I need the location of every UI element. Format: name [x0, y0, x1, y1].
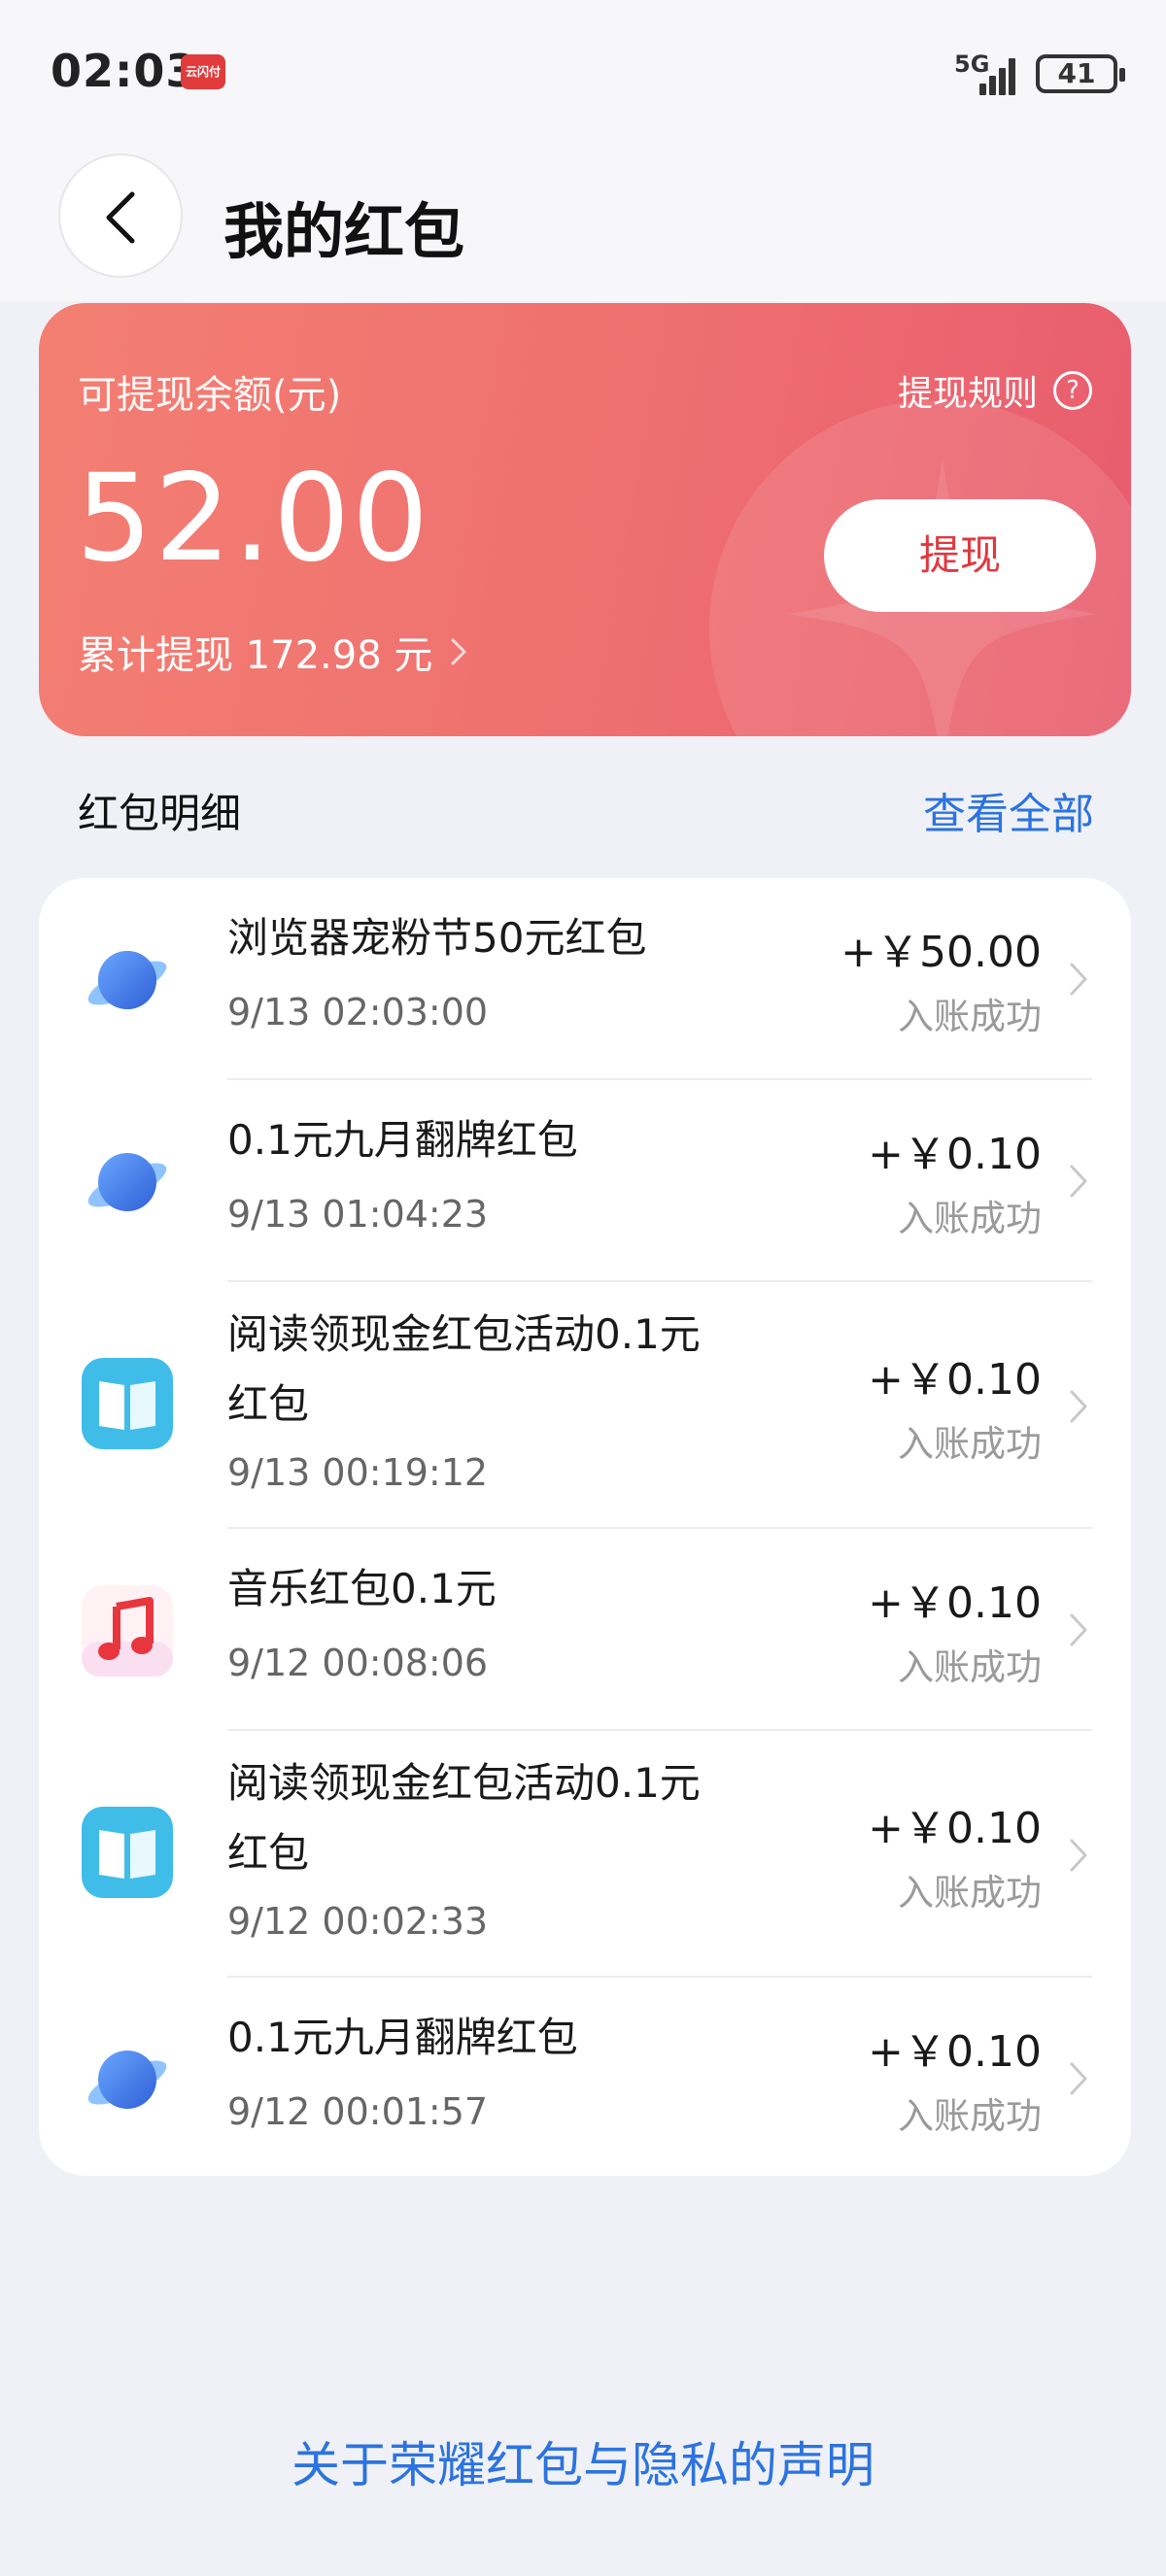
back-button[interactable] [58, 153, 183, 278]
page-title: 我的红包 [223, 196, 465, 267]
transaction-status: 入账成功 [898, 996, 1042, 1037]
withdraw-rules-link[interactable]: 提现规则 ? [898, 365, 1092, 416]
help-icon: ? [1053, 371, 1092, 410]
details-section-title: 红包明细 [78, 790, 242, 837]
list-item[interactable]: 0.1元九月翻牌红包 9/12 00:01:57 +￥0.10 入账成功 [39, 1978, 1131, 2176]
list-item[interactable]: 阅读领现金红包活动0.1元红包 9/13 00:19:12 +￥0.10 入账成… [39, 1282, 1131, 1529]
chevron-right-icon [1070, 1613, 1087, 1646]
list-item[interactable]: 0.1元九月翻牌红包 9/13 01:04:23 +￥0.10 入账成功 [39, 1080, 1131, 1282]
privacy-statement-link[interactable]: 关于荣耀红包与隐私的声明 [0, 2426, 1166, 2496]
withdraw-rules-label: 提现规则 [897, 374, 1038, 414]
transaction-amount: +￥0.10 [868, 1804, 1042, 1853]
battery-icon: 41 [1036, 54, 1125, 93]
status-time: 02:03 [51, 45, 198, 97]
chevron-right-icon [1070, 1165, 1087, 1198]
transaction-amount: +￥0.10 [868, 1355, 1042, 1405]
transaction-title: 阅读领现金红包活动0.1元红包 [227, 1310, 701, 1428]
transaction-status: 入账成功 [898, 1872, 1042, 1914]
transaction-time: 9/13 02:03:00 [227, 991, 489, 1034]
chevron-right-icon [1070, 1390, 1087, 1423]
transaction-status: 入账成功 [898, 1198, 1042, 1239]
list-item[interactable]: 阅读领现金红包活动0.1元红包 9/12 00:02:33 +￥0.10 入账成… [39, 1731, 1131, 1978]
transaction-amount: +￥0.10 [868, 1130, 1042, 1179]
transaction-amount: +￥0.10 [868, 1578, 1042, 1628]
chevron-right-icon [1070, 963, 1087, 996]
music-note-icon [82, 1585, 173, 1677]
balance-amount: 52.00 [76, 449, 430, 589]
chevron-right-icon [1070, 1839, 1087, 1872]
transaction-status: 入账成功 [898, 1423, 1042, 1465]
transaction-list: 浏览器宠粉节50元红包 9/13 02:03:00 +￥50.00 入账成功 0… [39, 878, 1131, 2176]
balance-label: 可提现余额(元) [78, 373, 342, 418]
transaction-amount: +￥50.00 [840, 928, 1042, 977]
chevron-right-icon [451, 638, 466, 665]
transaction-time: 9/12 00:01:57 [227, 2090, 489, 2133]
signal-icon [977, 54, 1020, 95]
list-item[interactable]: 音乐红包0.1元 9/12 00:08:06 +￥0.10 入账成功 [39, 1529, 1131, 1731]
app-notification-icon: 云闪付 [181, 54, 225, 89]
browser-planet-icon [87, 951, 167, 1009]
transaction-amount: +￥0.10 [868, 2027, 1042, 2077]
transaction-time: 9/13 00:19:12 [227, 1451, 489, 1494]
browser-planet-icon [87, 1153, 167, 1211]
transaction-status: 入账成功 [898, 1646, 1042, 1688]
chevron-right-icon [1070, 2062, 1087, 2095]
transaction-time: 9/13 01:04:23 [227, 1193, 489, 1236]
status-bar: 02:03 云闪付 5G 41 [0, 0, 1166, 146]
list-item[interactable]: 浏览器宠粉节50元红包 9/13 02:03:00 +￥50.00 入账成功 [39, 878, 1131, 1080]
cumulative-withdrawal-link[interactable]: 累计提现 172.98 元 [78, 624, 467, 680]
transaction-title: 浏览器宠粉节50元红包 [227, 914, 647, 962]
page-header: 我的红包 [0, 146, 1166, 301]
withdraw-button[interactable]: 提现 [824, 499, 1096, 612]
cumulative-withdrawal-text: 累计提现 172.98 元 [78, 633, 433, 678]
transaction-time: 9/12 00:08:06 [227, 1642, 489, 1684]
transaction-time: 9/12 00:02:33 [227, 1900, 489, 1943]
chevron-left-icon [106, 191, 135, 244]
transaction-title: 0.1元九月翻牌红包 [227, 1116, 578, 1164]
transaction-title: 阅读领现金红包活动0.1元红包 [227, 1759, 701, 1877]
browser-planet-icon [87, 2051, 167, 2109]
view-all-link[interactable]: 查看全部 [923, 779, 1094, 841]
balance-card: 可提现余额(元) 提现规则 ? 52.00 提现 累计提现 172.98 元 [39, 303, 1131, 736]
transaction-status: 入账成功 [898, 2095, 1042, 2137]
book-icon [82, 1807, 173, 1898]
transaction-title: 音乐红包0.1元 [227, 1565, 497, 1612]
book-icon [82, 1358, 173, 1449]
transaction-title: 0.1元九月翻牌红包 [227, 2014, 578, 2061]
